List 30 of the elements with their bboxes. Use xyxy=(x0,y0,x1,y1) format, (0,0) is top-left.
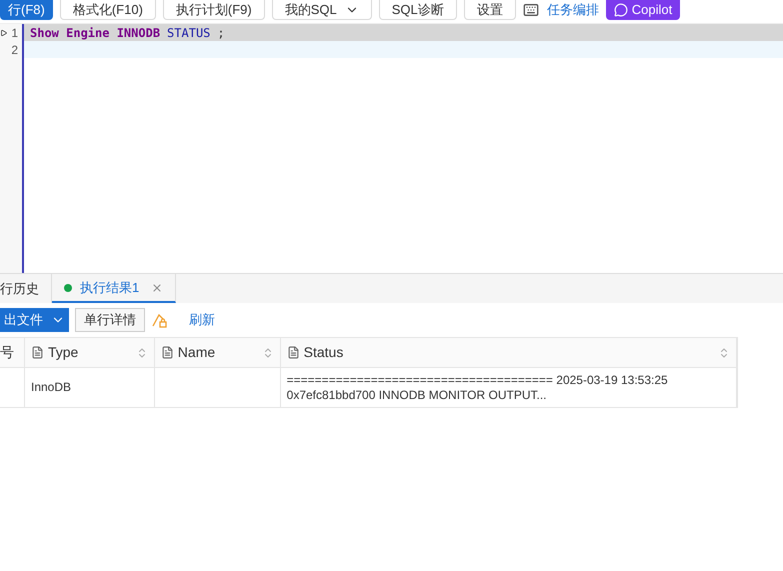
column-header[interactable]: Status xyxy=(280,338,737,367)
edit-lock-icon[interactable] xyxy=(151,312,167,328)
toolbar-button[interactable]: SQL诊断 xyxy=(378,0,457,20)
result-tab[interactable]: 执行结果1 xyxy=(52,274,176,303)
line-number: 2 xyxy=(11,42,18,58)
table-cell: InnoDB xyxy=(30,380,72,395)
line-number: 1 xyxy=(11,24,18,42)
keyboard-icon xyxy=(522,2,539,18)
column-header[interactable]: 号 xyxy=(0,338,25,367)
chat-icon xyxy=(614,3,628,17)
run-line-icon[interactable] xyxy=(0,28,8,38)
row-detail-button[interactable]: 单行详情 xyxy=(75,308,145,332)
document-icon xyxy=(30,346,44,359)
close-icon[interactable] xyxy=(151,282,164,294)
refresh-link[interactable]: 刷新 xyxy=(189,310,215,330)
toolbar-link[interactable]: 任务编排 xyxy=(546,0,599,20)
sort-icon[interactable] xyxy=(718,346,730,358)
toolbar-button[interactable]: 设置 xyxy=(464,0,516,20)
export-button[interactable]: 出文件 xyxy=(0,308,69,332)
document-icon xyxy=(160,346,174,359)
document-icon xyxy=(286,346,300,359)
dropdown-button[interactable]: 我的SQL xyxy=(272,0,372,20)
result-tab[interactable]: 行历史 xyxy=(0,274,52,303)
copilot-button[interactable]: Copilot xyxy=(606,0,680,20)
column-header[interactable]: Name xyxy=(154,338,281,367)
column-header[interactable]: Type xyxy=(24,338,155,367)
run-button[interactable]: 行(F8) xyxy=(0,0,53,20)
table-cell-text: ====================================== 2025-03-19 13:53:25 0x7efc81bbd700 INNODB MONITOR OUTPUT... xyxy=(286,372,669,402)
toolbar-button[interactable]: 执行计划(F9) xyxy=(162,0,265,20)
toolbar-button[interactable]: 格式化(F10) xyxy=(60,0,156,20)
